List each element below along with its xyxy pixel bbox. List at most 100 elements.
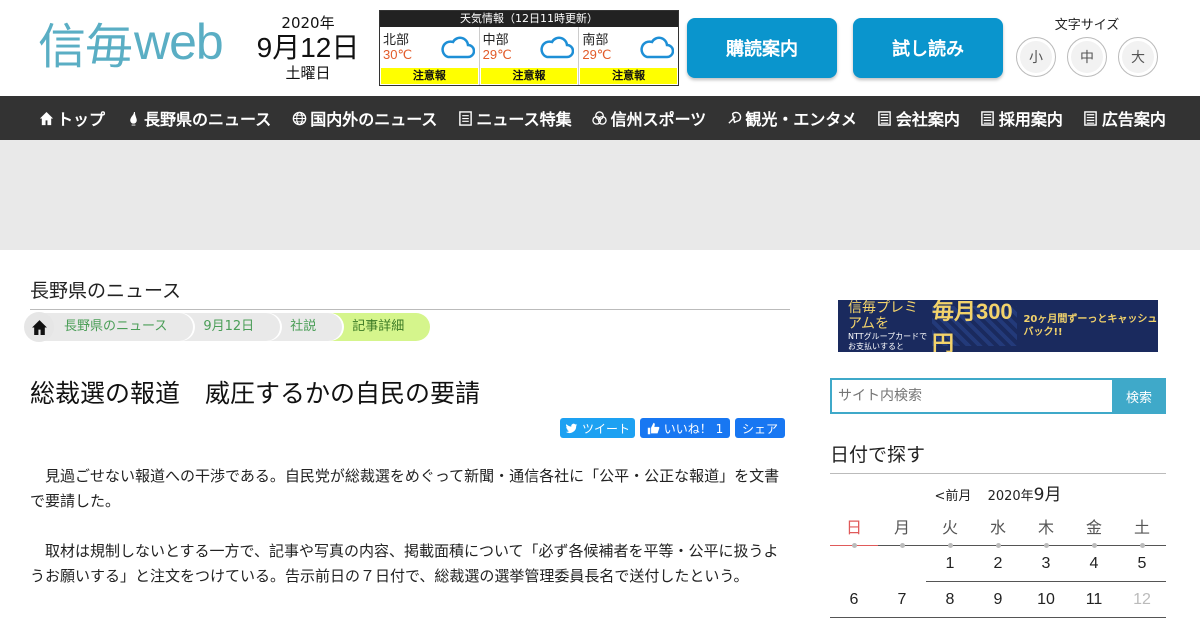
weather-alert: 注意報: [381, 68, 478, 84]
weekday-sun: 日: [830, 512, 878, 548]
home-icon: [39, 111, 53, 125]
calendar-day[interactable]: 9: [974, 582, 1022, 618]
nav-item-recruit[interactable]: 採用案内: [980, 106, 1063, 130]
weekday-fri: 金: [1070, 512, 1118, 548]
site-logo[interactable]: 信毎 web: [38, 14, 224, 75]
nav-label: 長野県のニュース: [144, 110, 272, 129]
cloud-icon: [640, 36, 675, 59]
calendar-day-today: 12: [1118, 582, 1166, 618]
nav-label: 広告案内: [1101, 110, 1166, 129]
site-header: 信毎 web 2020年 9月12日 土曜日 天気情報（12日11時更新） 北部 …: [0, 0, 1200, 96]
calendar-day[interactable]: 10: [1022, 582, 1070, 618]
calendar-day[interactable]: 7: [878, 582, 926, 618]
nav-item-nagano-news[interactable]: 長野県のニュース: [125, 106, 271, 130]
weather-title: 天気情報（12日11時更新）: [380, 11, 678, 27]
weather-alert: 注意報: [580, 68, 678, 84]
calendar-prev-month[interactable]: <前月: [935, 489, 972, 504]
tweet-button[interactable]: ツイート: [560, 418, 635, 438]
fire-icon: [129, 111, 137, 126]
article-headline: 総裁選の報道 威圧するかの自民の要請: [30, 379, 481, 408]
weather-temp: 29℃: [482, 47, 512, 62]
weekday-tue: 火: [926, 512, 974, 548]
subscribe-button[interactable]: 購読案内: [687, 18, 837, 78]
ad-placeholder-band: [0, 140, 1200, 250]
nav-item-top[interactable]: トップ: [38, 106, 105, 130]
calendar-week-row: 6 7 8 9 10 11 12: [830, 582, 1166, 618]
search-button[interactable]: 検索: [1112, 378, 1166, 414]
weekday-mon: 月: [878, 512, 926, 548]
banner-center: 毎月300円: [931, 300, 1018, 352]
calendar-day[interactable]: 3: [1022, 546, 1070, 582]
nav-label: 採用案内: [998, 110, 1063, 129]
nav-label: ニュース特集: [476, 110, 572, 129]
breadcrumb-nagano-news[interactable]: 長野県のニュース: [40, 313, 194, 341]
weather-cell-south[interactable]: 南部 29℃ 注意報: [579, 27, 678, 85]
calendar-day[interactable]: 8: [926, 582, 974, 618]
logo-kanji: 信毎: [38, 19, 133, 75]
list-icon: [981, 110, 995, 126]
breadcrumb-date[interactable]: 9月12日: [179, 313, 281, 341]
calendar-year: 2020年: [987, 489, 1034, 504]
weather-region: 北部: [383, 33, 410, 48]
breadcrumb-current: 記事詳細: [328, 313, 431, 341]
weather-region: 南部: [582, 33, 609, 48]
calendar-week-row: 1 2 3 4 5: [830, 546, 1166, 582]
font-size-label: 文字サイズ: [1054, 18, 1120, 33]
calendar-day-empty: [878, 546, 926, 582]
weather-cell-central[interactable]: 中部 29℃ 注意報: [480, 27, 580, 85]
document-icon: [459, 110, 472, 126]
banner-left-small: NTTグループカードでお支払いすると: [848, 332, 928, 351]
nav-label: 観光・エンタメ: [745, 110, 857, 129]
twitter-icon: [565, 423, 578, 433]
date-month-day: 9月12日: [256, 32, 360, 63]
globe-icon: [292, 111, 307, 125]
ball-icon: [592, 110, 607, 125]
calendar-day[interactable]: 4: [1070, 546, 1118, 582]
date-year: 2020年: [281, 14, 335, 32]
nav-item-sports[interactable]: 信州スポーツ: [592, 106, 706, 130]
section-title: 長野県のニュース: [30, 276, 790, 310]
nav-item-advertising[interactable]: 広告案内: [1083, 106, 1166, 130]
cloud-icon: [540, 36, 575, 59]
home-icon: [31, 319, 47, 335]
trial-read-button[interactable]: 試し読み: [853, 18, 1003, 78]
calendar-day[interactable]: 11: [1070, 582, 1118, 618]
search-input[interactable]: [830, 378, 1112, 414]
premium-banner[interactable]: 信毎プレミアムを NTTグループカードでお支払いすると 毎月300円 20ヶ月間…: [838, 300, 1158, 352]
font-size-large-button[interactable]: 大: [1118, 37, 1158, 77]
article-paragraph: 見過ごせない報道への干渉である。自民党が総裁選をめぐって新聞・通信各社に「公平・…: [30, 467, 780, 510]
facebook-like-button[interactable]: いいね！ 1: [640, 418, 730, 438]
calendar-day[interactable]: 2: [974, 546, 1022, 582]
font-size-small-button[interactable]: 小: [1016, 37, 1056, 77]
weather-cell-north[interactable]: 北部 30℃ 注意報: [380, 27, 480, 85]
nav-item-world-news[interactable]: 国内外のニュース: [291, 106, 437, 130]
font-size-medium-button[interactable]: 中: [1067, 37, 1107, 77]
calendar-grid: 日 月 火 水 木 金 土 1 2 3 4 5 6 7 8 9 10 11 12: [830, 512, 1166, 618]
nav-item-features[interactable]: ニュース特集: [457, 106, 572, 130]
article-body: 見過ごせない報道への干渉である。自民党が総裁選をめぐって新聞・通信各社に「公平・…: [30, 464, 790, 614]
thumbs-up-icon: [647, 422, 660, 434]
weather-region: 中部: [482, 33, 509, 48]
banner-left-text: 信毎プレミアムを: [848, 300, 918, 332]
calendar-weekday-row: 日 月 火 水 木 金 土: [830, 512, 1166, 548]
calendar-day[interactable]: 1: [926, 546, 974, 582]
camera-icon: [728, 111, 742, 124]
banner-right: 20ヶ月間ずーっとキャッシュバック!!: [1023, 314, 1158, 338]
weather-widget[interactable]: 天気情報（12日11時更新） 北部 30℃ 注意報 中部 29℃ 注意報 南部 …: [379, 10, 679, 86]
main-nav: トップ 長野県のニュース 国内外のニュース ニュース特集 信州スポーツ 観光・エ…: [0, 96, 1200, 140]
nav-item-company[interactable]: 会社案内: [877, 106, 960, 130]
tweet-label: ツイート: [581, 421, 630, 436]
weather-temp: 29℃: [582, 47, 612, 62]
calendar-day-empty: [830, 546, 878, 582]
nav-label: 国内外のニュース: [310, 110, 438, 129]
banner-left: 信毎プレミアムを NTTグループカードでお支払いすると: [838, 300, 932, 352]
calendar-title: 日付で探す: [830, 440, 1166, 474]
calendar-day[interactable]: 6: [830, 582, 878, 618]
facebook-share-button[interactable]: シェア: [735, 418, 785, 438]
breadcrumb-home[interactable]: [24, 312, 54, 342]
cloud-icon: [441, 36, 475, 59]
calendar-month: 9月: [1033, 485, 1062, 505]
nav-item-tourism[interactable]: 観光・エンタメ: [726, 106, 857, 130]
calendar-day[interactable]: 5: [1118, 546, 1166, 582]
list-icon: [1084, 110, 1098, 126]
